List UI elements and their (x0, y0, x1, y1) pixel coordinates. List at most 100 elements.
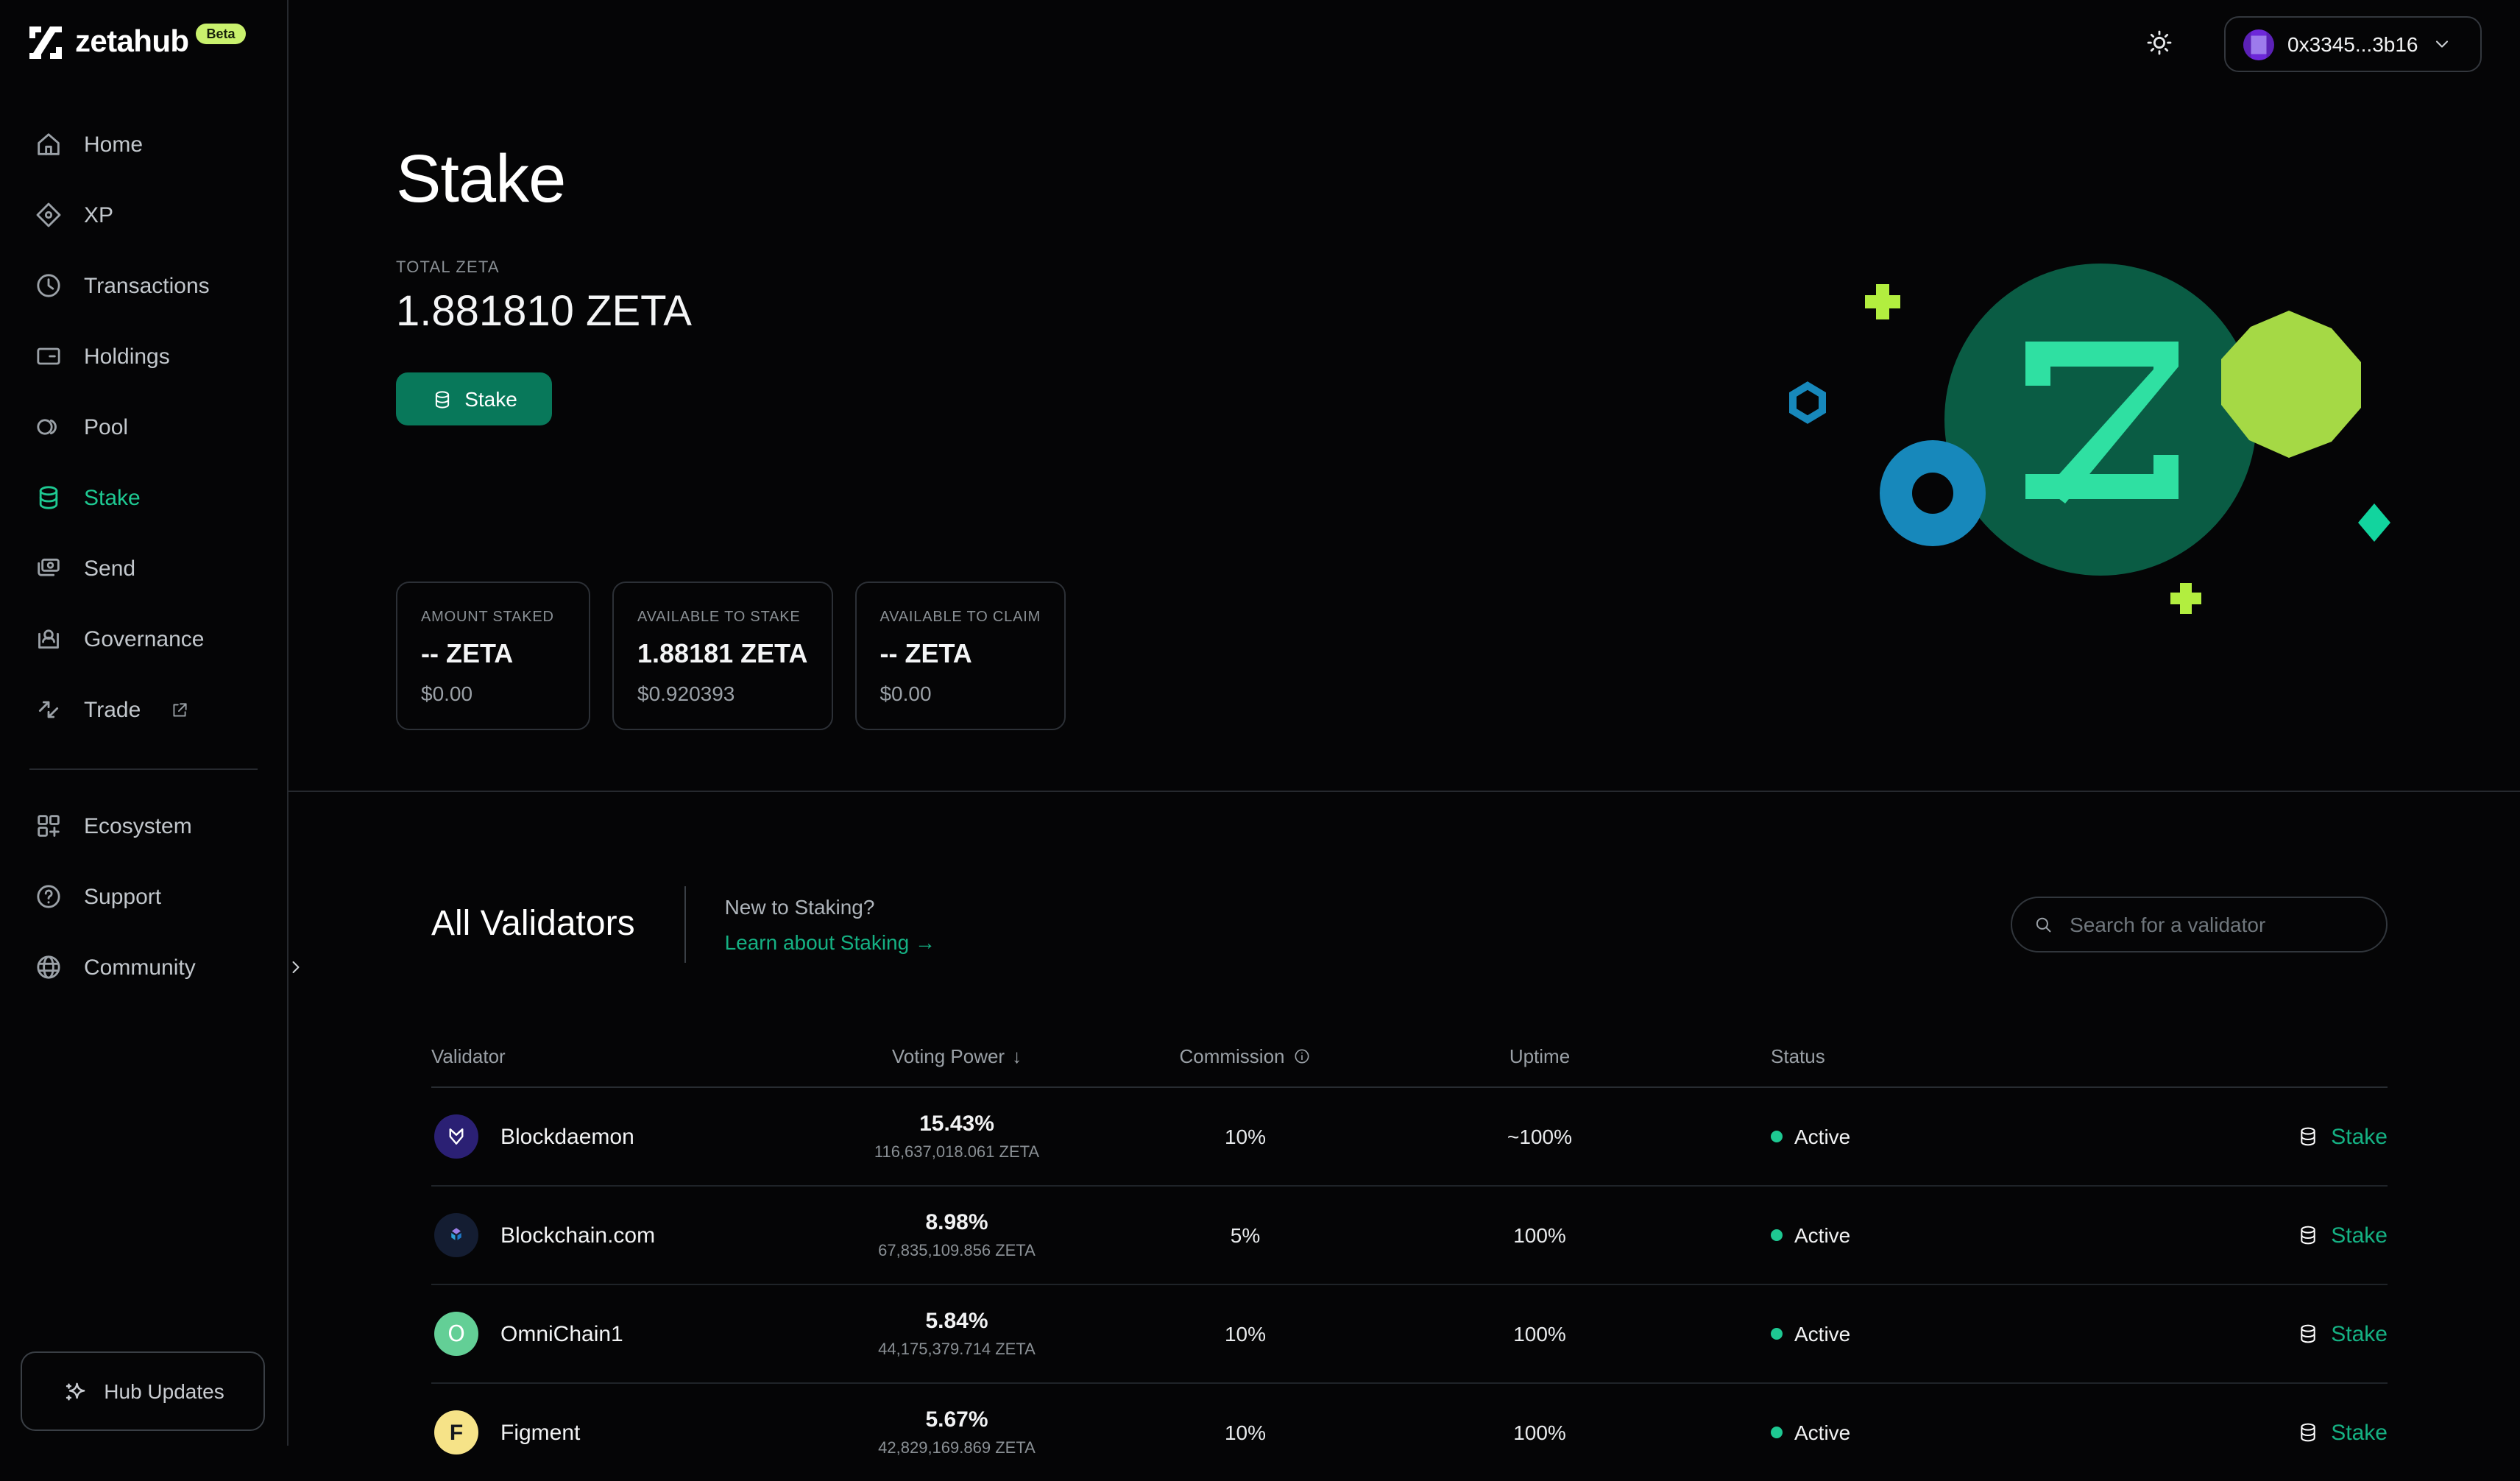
col-validator[interactable]: Validator (431, 1045, 788, 1067)
sidebar-item-transactions[interactable]: Transactions (0, 250, 287, 321)
sidebar-item-ecosystem[interactable]: Ecosystem (0, 791, 287, 861)
zetahub-logo-icon (26, 24, 65, 62)
avatar-letter: F (450, 1420, 463, 1445)
col-voting-power[interactable]: Voting Power↓ (788, 1045, 1126, 1067)
total-zeta-value: 1.881810 ZETA (396, 289, 2520, 337)
brand-logo[interactable]: zetahub Beta (0, 0, 287, 62)
search-icon (2033, 913, 2053, 936)
sidebar-item-stake[interactable]: Stake (0, 462, 287, 533)
stat-value: -- ZETA (879, 639, 1041, 670)
home-icon (34, 130, 63, 159)
stat-card-available-to-claim: AVAILABLE TO CLAIM -- ZETA $0.00 (854, 582, 1066, 730)
vertical-divider (685, 886, 687, 963)
voting-power-zeta: 42,829,169.869 ZETA (788, 1440, 1126, 1457)
trade-arrows-icon (34, 695, 63, 724)
wallet-address: 0x3345...3b16 (2287, 32, 2418, 56)
validator-row[interactable]: Blockchain.com 8.98% 67,835,109.856 ZETA… (431, 1187, 2388, 1285)
row-stake-button[interactable]: Stake (2156, 1223, 2388, 1248)
sidebar-item-label: Holdings (84, 344, 170, 369)
sidebar-item-label: Transactions (84, 273, 210, 298)
voting-power-zeta: 67,835,109.856 ZETA (788, 1243, 1126, 1260)
wallet-button[interactable]: 0x3345...3b16 (2224, 16, 2482, 72)
uptime-value: 100% (1365, 1322, 1715, 1346)
voting-power-percent: 8.98% (788, 1210, 1126, 1235)
sidebar-item-xp[interactable]: XP (0, 180, 287, 250)
search-input[interactable] (2067, 911, 2365, 938)
sidebar-item-pool[interactable]: Pool (0, 392, 287, 462)
coins-stack-icon (2296, 1322, 2319, 1346)
row-stake-button[interactable]: Stake (2156, 1321, 2388, 1346)
validator-row[interactable]: Blockdaemon 15.43% 116,637,018.061 ZETA … (431, 1088, 2388, 1187)
status-badge: Active (1794, 1125, 1850, 1148)
validator-name: Blockchain.com (500, 1223, 655, 1248)
status-dot (1771, 1229, 1783, 1241)
stake-button[interactable]: Stake (396, 372, 552, 425)
col-commission[interactable]: Commission (1126, 1045, 1365, 1067)
sidebar-item-label: Ecosystem (84, 813, 192, 838)
validator-avatar (434, 1114, 478, 1159)
commission-value: 10% (1126, 1322, 1365, 1346)
sort-desc-icon: ↓ (1012, 1045, 1022, 1067)
sidebar-item-community[interactable]: Community (0, 932, 287, 1003)
stat-usd: $0.920393 (637, 682, 807, 705)
row-stake-label: Stake (2331, 1223, 2388, 1248)
row-stake-button[interactable]: Stake (2156, 1420, 2388, 1445)
total-zeta-label: TOTAL ZETA (396, 259, 2520, 277)
governance-icon (34, 624, 63, 654)
table-header-row: Validator Voting Power↓ Commission Uptim… (431, 1025, 2388, 1088)
globe-icon (34, 952, 63, 982)
validator-avatar (434, 1213, 478, 1257)
stake-stats: AMOUNT STAKED -- ZETA $0.00 AVAILABLE TO… (396, 582, 2520, 730)
coins-stack-icon (2296, 1223, 2319, 1247)
sidebar-item-label: Home (84, 132, 143, 157)
coins-stack-icon (2296, 1125, 2319, 1148)
chevron-down-icon (2432, 34, 2452, 54)
xp-diamond-icon (34, 200, 63, 230)
sidebar-item-trade[interactable]: Trade (0, 674, 287, 745)
validators-title: All Validators (431, 904, 635, 945)
sidebar-item-label: Support (84, 884, 161, 909)
sidebar-item-holdings[interactable]: Holdings (0, 321, 287, 392)
info-icon (1292, 1046, 1312, 1065)
wallet-avatar (2243, 29, 2274, 60)
validator-row[interactable]: F Figment 5.67% 42,829,169.869 ZETA 10% … (431, 1384, 2388, 1481)
sidebar-item-support[interactable]: Support (0, 861, 287, 932)
row-stake-button[interactable]: Stake (2156, 1124, 2388, 1149)
stat-value: -- ZETA (421, 639, 565, 670)
col-status[interactable]: Status (1715, 1045, 2156, 1067)
validators-header: All Validators New to Staking? Learn abo… (431, 886, 2388, 963)
row-stake-label: Stake (2331, 1124, 2388, 1149)
status-badge: Active (1794, 1421, 1850, 1444)
hub-updates-button[interactable]: Hub Updates (21, 1351, 265, 1431)
uptime-value: ~100% (1365, 1125, 1715, 1148)
col-uptime[interactable]: Uptime (1365, 1045, 1715, 1067)
uptime-value: 100% (1365, 1223, 1715, 1247)
sidebar-item-label: Trade (84, 697, 141, 722)
voting-power-percent: 5.67% (788, 1407, 1126, 1432)
ecosystem-grid-icon (34, 811, 63, 841)
topbar: 0x3345...3b16 (289, 0, 2520, 85)
theme-toggle-sun-icon[interactable] (2145, 28, 2174, 57)
pool-circles-icon (34, 412, 63, 442)
validator-search[interactable] (2011, 897, 2388, 952)
learn-staking-link[interactable]: Learn about Staking → (725, 930, 935, 954)
sparkles-icon (61, 1377, 89, 1405)
validator-row[interactable]: O OmniChain1 5.84% 44,175,379.714 ZETA 1… (431, 1285, 2388, 1384)
sidebar-item-home[interactable]: Home (0, 109, 287, 180)
uptime-value: 100% (1365, 1421, 1715, 1444)
validator-avatar: F (434, 1410, 478, 1455)
stat-label: AMOUNT STAKED (421, 609, 565, 626)
page-title: Stake (396, 138, 2520, 218)
sidebar: zetahub Beta Home XP Transactions Holdin… (0, 0, 289, 1446)
validator-name: OmniChain1 (500, 1321, 623, 1346)
voting-power-percent: 15.43% (788, 1111, 1126, 1137)
stat-label: AVAILABLE TO STAKE (637, 609, 807, 626)
sidebar-item-send[interactable]: Send (0, 533, 287, 604)
validator-avatar: O (434, 1312, 478, 1356)
sidebar-item-governance[interactable]: Governance (0, 604, 287, 674)
help-circle-icon (34, 882, 63, 911)
stat-value: 1.88181 ZETA (637, 639, 807, 670)
voting-power-zeta: 44,175,379.714 ZETA (788, 1341, 1126, 1359)
status-badge: Active (1794, 1223, 1850, 1247)
blockdaemon-logo-icon (443, 1123, 470, 1150)
